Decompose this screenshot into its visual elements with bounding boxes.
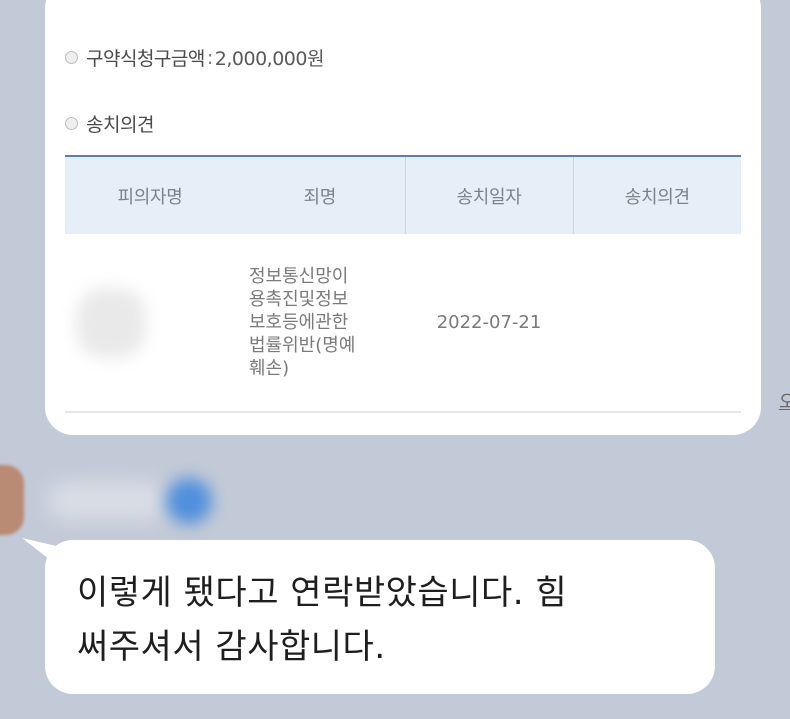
sender-avatar[interactable] [0,465,24,535]
header-referral-opinion: 송치의견 [572,156,741,234]
charge-line: 보호등에관한 [249,312,349,333]
message-bubble[interactable]: 이렇게 됐다고 연락받았습니다. 힘 써주셔서 감사합니다. [45,540,715,694]
referral-opinion-cell [573,234,741,412]
message-text: 이렇게 됐다고 연락받았습니다. 힘 써주셔서 감사합니다. [77,566,697,674]
disposition-opinion-label: 송치의견 [86,114,154,136]
claim-amount-separator: : [206,46,213,69]
sender-badge-redacted [166,478,212,524]
header-charge: 죄명 [303,186,337,208]
redacted-name-blur [76,287,146,358]
charge-line: 법률위반(명예 [249,335,356,356]
message-line: 써주셔서 감사합니다. [77,627,386,667]
charge-line: 용촉진및정보 [249,289,349,310]
table-row: 정보통신망이 용촉진및정보 보호등에관한 법률위반(명예 훼손) 2022-07… [65,234,741,412]
header-referral-date: 송치일자 [404,156,573,234]
chat-area: 구약식청구금액 : 2,000,000원 송치의견 피의자명 죄명 송치일자 송… [0,0,790,719]
charge-line: 정보통신망이 [249,266,349,287]
claim-amount-label: 구약식청구금액 [86,48,205,70]
message-line: 이렇게 됐다고 연락받았습니다. 힘 [77,573,568,613]
shared-document-card[interactable]: 구약식청구금액 : 2,000,000원 송치의견 피의자명 죄명 송치일자 송… [45,0,761,435]
claim-amount-row: 구약식청구금액 : 2,000,000원 [65,44,324,71]
claim-amount-value: 2,000,000원 [214,48,325,70]
charge-line: 훼손) [249,358,290,379]
edge-link-fragment[interactable]: 오 [779,388,790,414]
case-result-table: 피의자명 죄명 송치일자 송치의견 정보통신망이 용촉진및정보 보호등에관한 법… [65,155,741,413]
suspect-name-cell [65,234,235,412]
bullet-circle-icon [65,117,78,130]
table-header-row: 피의자명 죄명 송치일자 송치의견 [65,156,741,234]
disposition-opinion-row: 송치의견 [65,110,154,137]
sender-name-redacted [48,482,166,520]
header-suspect-name: 피의자명 [117,186,183,208]
charge-cell: 정보통신망이 용촉진및정보 보호등에관한 법률위반(명예 훼손) [235,234,405,412]
referral-date-cell: 2022-07-21 [436,312,542,333]
bullet-circle-icon [65,51,78,64]
